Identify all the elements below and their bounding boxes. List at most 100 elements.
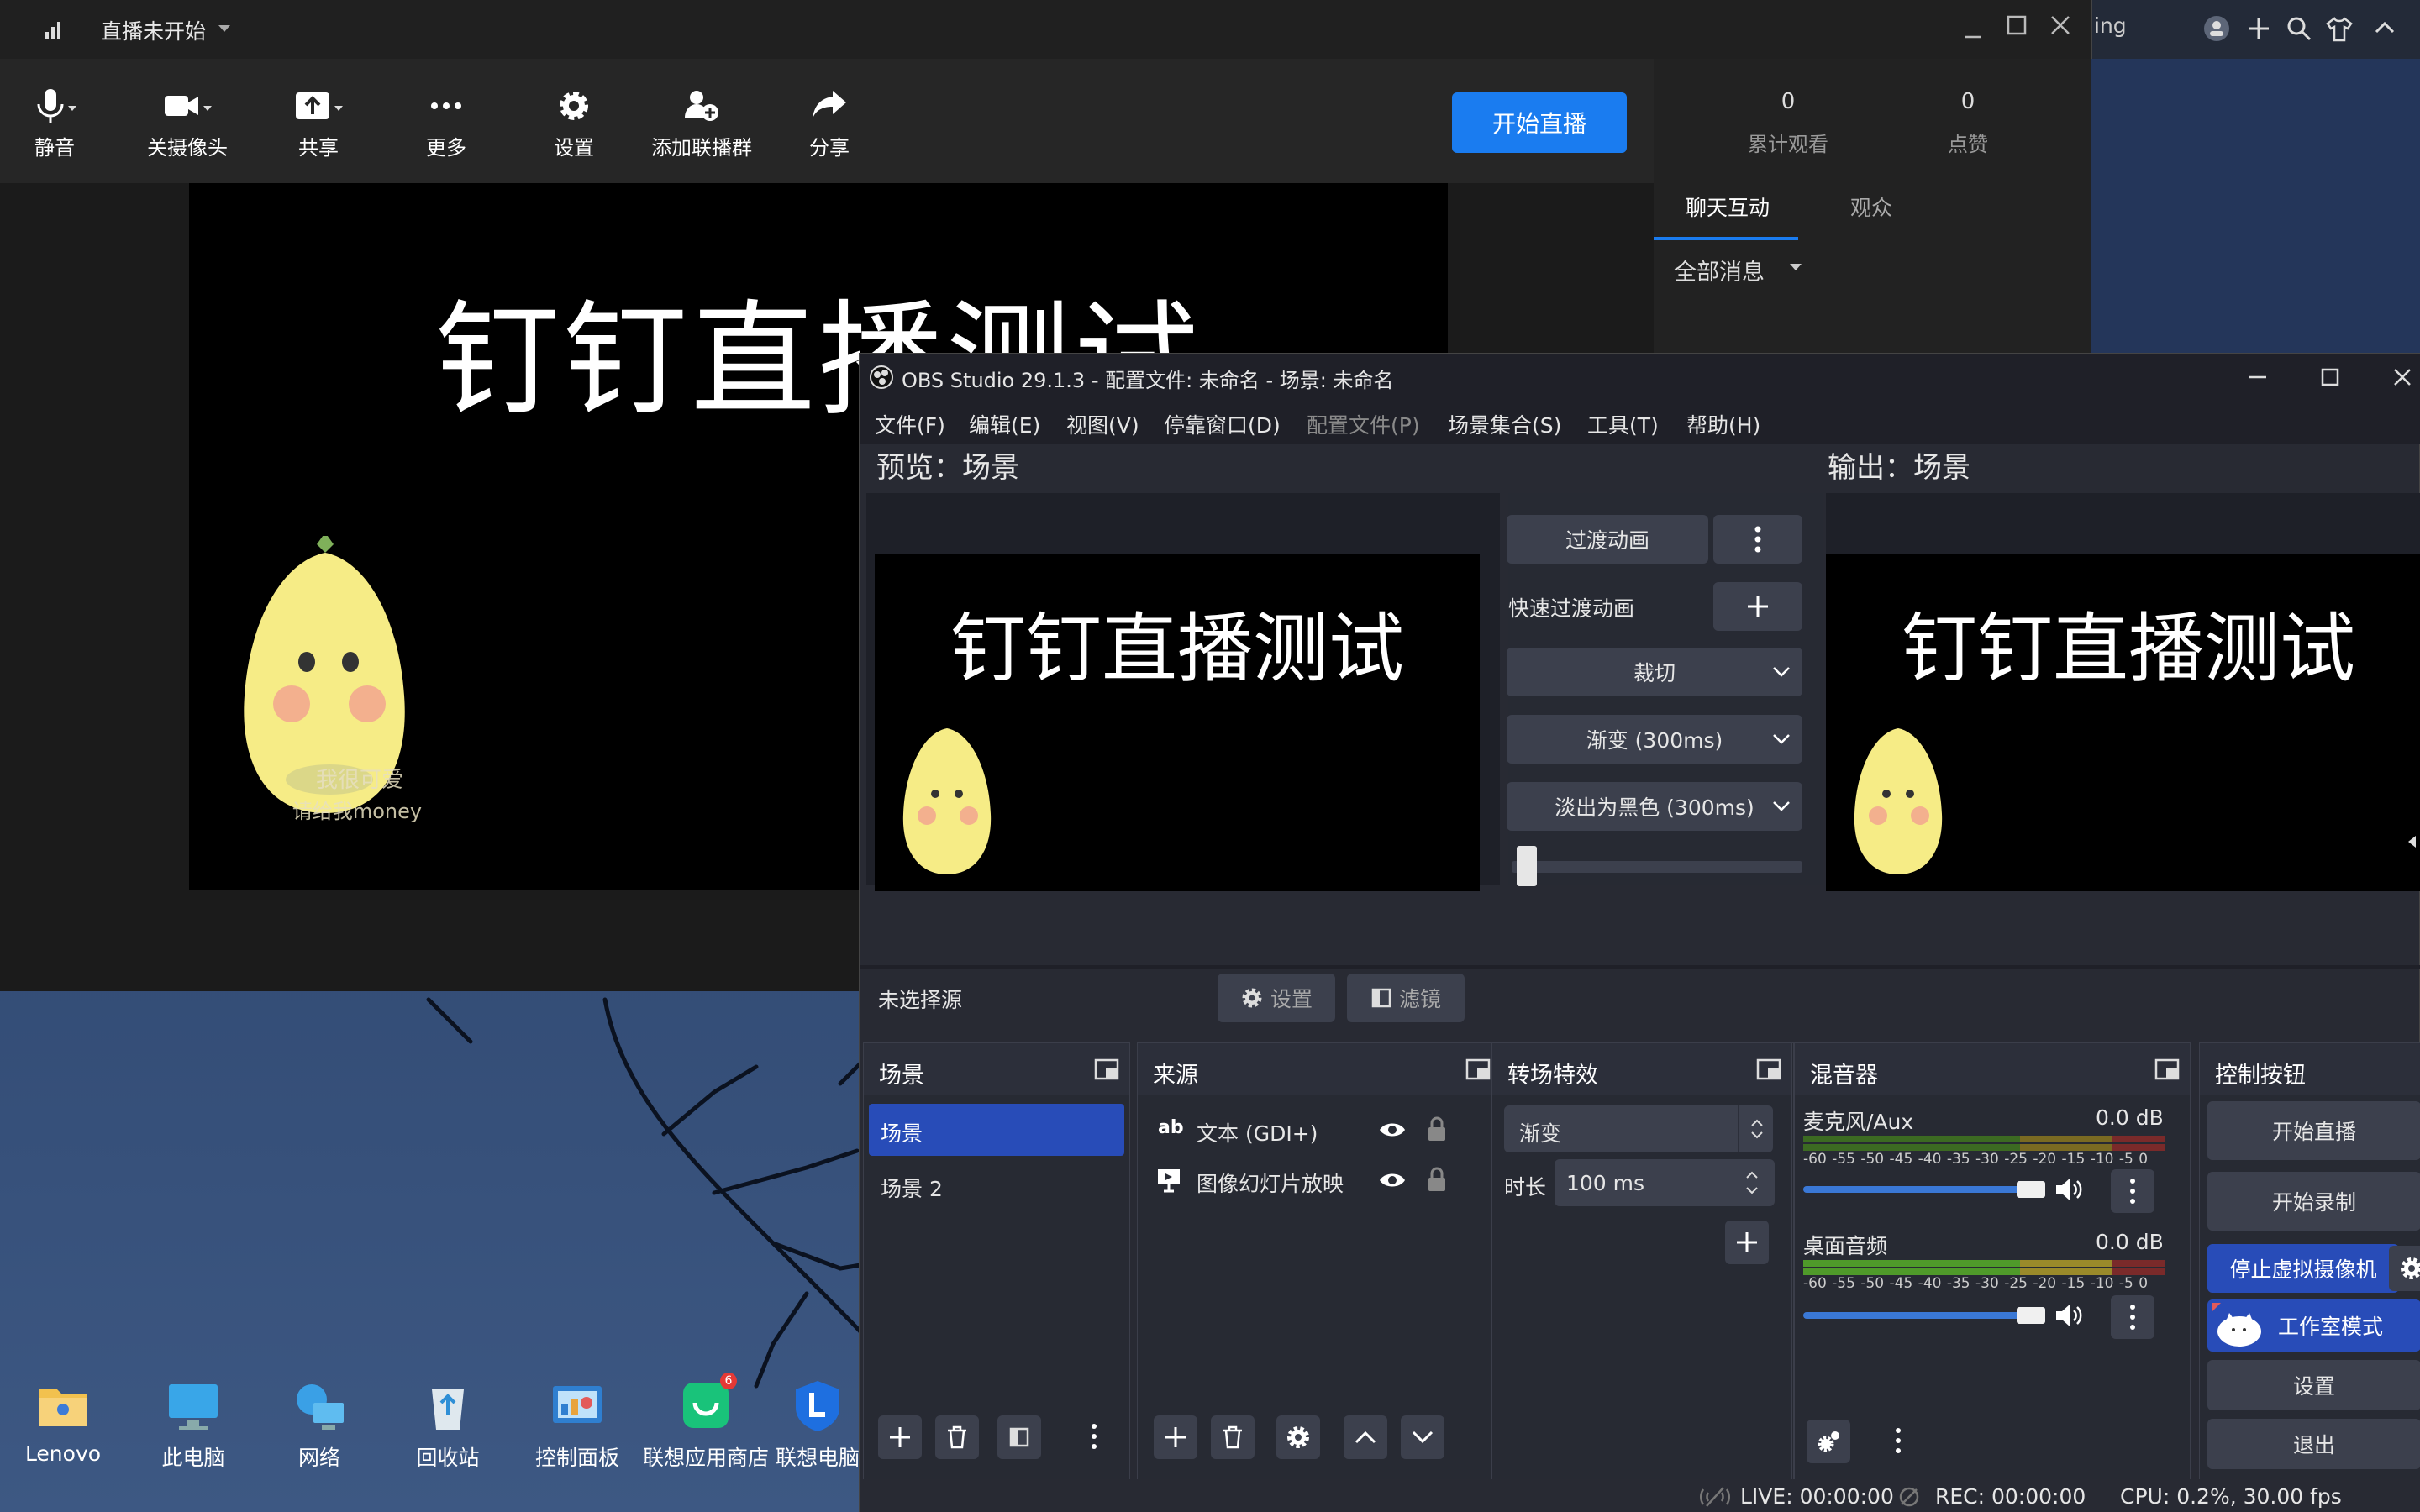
add-quick-transition-button[interactable]	[1713, 582, 1802, 631]
tab-audience[interactable]: 观众	[1850, 192, 1892, 222]
menu-file[interactable]: 文件(F)	[875, 409, 945, 439]
menu-profile[interactable]: 配置文件(P)	[1307, 409, 1420, 439]
transition-menu-button[interactable]	[1713, 515, 1802, 564]
shirt-icon[interactable]	[2326, 15, 2353, 42]
desktop-icon-lenovo-pc[interactable]: 联想电脑	[771, 1378, 864, 1472]
source-properties-button[interactable]	[1276, 1415, 1320, 1459]
maximize-icon[interactable]	[2318, 365, 2342, 389]
profile-icon[interactable]	[2203, 15, 2230, 42]
transition-button[interactable]: 过渡动画	[1507, 515, 1708, 564]
camera-off-button[interactable]: 关摄像头	[133, 86, 242, 160]
volume-slider-handle[interactable]	[2017, 1307, 2045, 1324]
search-icon[interactable]	[2286, 15, 2312, 42]
menu-edit[interactable]: 编辑(E)	[969, 409, 1040, 439]
background-window-title: ing	[2094, 13, 2127, 38]
share-screen-button[interactable]: 共享	[264, 86, 373, 160]
more-button[interactable]: 更多	[392, 86, 501, 160]
chevron-down-icon[interactable]	[217, 24, 232, 34]
add-scene-button[interactable]	[878, 1415, 922, 1459]
volume-slider-handle[interactable]	[2017, 1181, 2045, 1198]
mixer-more-button[interactable]	[1894, 1426, 1902, 1455]
scene-item-label: 场景 2	[881, 1177, 943, 1201]
desktop-icon-control-panel[interactable]: 控制面板	[514, 1378, 640, 1472]
duration-input[interactable]: 100 ms	[1555, 1159, 1775, 1206]
desktop-icon-this-pc[interactable]: 此电脑	[130, 1378, 256, 1472]
menu-help[interactable]: 帮助(H)	[1686, 409, 1760, 439]
remove-scene-button[interactable]	[935, 1415, 979, 1459]
menu-tools[interactable]: 工具(T)	[1587, 409, 1659, 439]
volume-slider[interactable]	[1803, 1186, 2030, 1193]
move-source-up-button[interactable]	[1344, 1415, 1387, 1459]
share-button[interactable]: 分享	[775, 86, 884, 160]
views-count: 0	[1781, 89, 1796, 114]
menu-scene-collection[interactable]: 场景集合(S)	[1448, 409, 1561, 439]
desktop-icon-app-store[interactable]: 6 联想应用商店	[643, 1373, 769, 1472]
stop-virtual-camera-button[interactable]: 停止虚拟摄像机	[2207, 1244, 2399, 1293]
source-item[interactable]: ab 文本 (GDI+)	[1138, 1105, 1501, 1154]
scene-item[interactable]: 场景 2	[869, 1159, 1124, 1211]
mute-button[interactable]: 静音	[0, 86, 109, 160]
desktop-icon-network[interactable]: 网络	[256, 1378, 382, 1472]
message-filter[interactable]: 全部消息	[1674, 254, 1765, 286]
minimize-icon[interactable]	[2246, 365, 2270, 389]
quick-transition-cut[interactable]: 裁切	[1507, 648, 1802, 696]
collapse-icon[interactable]	[2370, 13, 2400, 44]
lock-icon[interactable]	[1427, 1116, 1447, 1142]
remove-source-button[interactable]	[1211, 1415, 1255, 1459]
menu-docks[interactable]: 停靠窗口(D)	[1164, 409, 1281, 439]
scene-item-active[interactable]: 场景	[869, 1104, 1124, 1156]
undock-icon[interactable]	[1465, 1058, 1491, 1080]
add-group-button[interactable]: 添加联播群	[647, 86, 756, 160]
add-source-button[interactable]	[1154, 1415, 1197, 1459]
start-streaming-button[interactable]: 开始直播	[2207, 1101, 2420, 1160]
scene-filters-button[interactable]	[997, 1415, 1041, 1459]
live-status: 直播未开始	[101, 19, 207, 44]
move-source-down-button[interactable]	[1401, 1415, 1444, 1459]
minimize-icon[interactable]	[1961, 17, 1985, 40]
settings-button[interactable]: 设置	[2207, 1360, 2420, 1410]
tab-chat[interactable]: 聊天互动	[1686, 192, 1770, 222]
mixer-channel-menu-button[interactable]	[2111, 1169, 2154, 1213]
source-filters-button[interactable]: 滤镜	[1347, 974, 1465, 1022]
start-recording-button[interactable]: 开始录制	[2207, 1172, 2420, 1231]
microphone-icon	[37, 89, 76, 123]
lock-icon[interactable]	[1427, 1166, 1447, 1193]
maximize-icon[interactable]	[2005, 13, 2028, 37]
plus-icon[interactable]	[2245, 15, 2272, 42]
advanced-audio-button[interactable]	[1807, 1420, 1850, 1463]
spin-arrows-icon[interactable]	[1744, 1168, 1760, 1198]
desktop-icon-lenovo[interactable]: Lenovo	[0, 1378, 126, 1466]
settings-button[interactable]: 设置	[519, 86, 629, 160]
preview-canvas[interactable]: 钉钉直播测试	[875, 554, 1480, 891]
transition-slider-track[interactable]	[1512, 861, 1802, 873]
speaker-icon[interactable]	[2054, 1176, 2084, 1203]
volume-slider[interactable]	[1803, 1312, 2030, 1319]
quick-transition-fade-black[interactable]: 淡出为黑色 (300ms)	[1507, 782, 1802, 831]
visibility-eye-icon[interactable]	[1378, 1119, 1407, 1141]
close-icon[interactable]	[2049, 13, 2072, 37]
source-settings-button[interactable]: 设置	[1218, 974, 1335, 1022]
visibility-eye-icon[interactable]	[1378, 1169, 1407, 1191]
gear-icon	[1287, 1426, 1309, 1448]
virtual-camera-settings-button[interactable]	[2389, 1246, 2420, 1291]
undock-icon[interactable]	[1094, 1058, 1119, 1080]
source-item[interactable]: 图像幻灯片放映	[1138, 1156, 1501, 1205]
scene-more-button[interactable]	[1090, 1422, 1098, 1451]
transition-slider-handle[interactable]	[1517, 846, 1538, 886]
quick-transition-fade[interactable]: 渐变 (300ms)	[1507, 715, 1802, 764]
undock-icon[interactable]	[1756, 1058, 1781, 1080]
desktop-icon-label: 回收站	[416, 1446, 480, 1470]
transition-select[interactable]: 渐变	[1504, 1105, 1773, 1152]
forward-icon	[813, 91, 846, 118]
mixer-channel-menu-button[interactable]	[2111, 1295, 2154, 1339]
undock-icon[interactable]	[2154, 1058, 2180, 1080]
chevron-down-icon[interactable]	[1788, 262, 1803, 272]
exit-button[interactable]: 退出	[2207, 1419, 2420, 1469]
chevron-left-icon[interactable]	[2406, 834, 2417, 849]
speaker-icon[interactable]	[2054, 1302, 2084, 1329]
menu-view[interactable]: 视图(V)	[1066, 409, 1139, 439]
add-transition-button[interactable]	[1725, 1221, 1769, 1264]
start-live-button[interactable]: 开始直播	[1452, 92, 1627, 153]
desktop-icon-recycle-bin[interactable]: 回收站	[385, 1378, 511, 1472]
close-icon[interactable]	[2391, 365, 2414, 389]
